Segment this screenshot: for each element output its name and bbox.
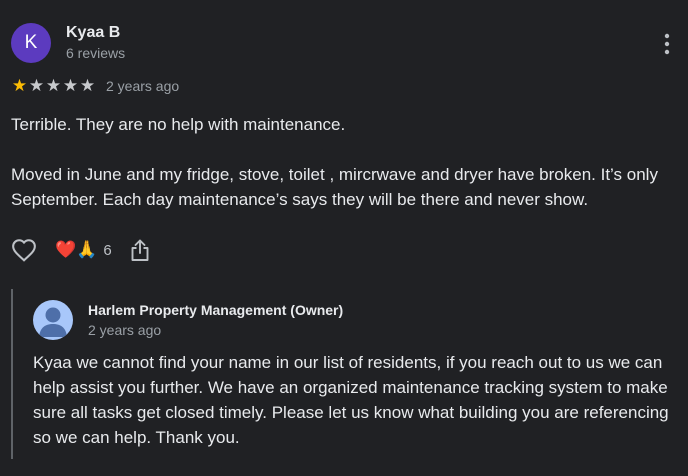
- review-actions: ❤️🙏 6: [11, 236, 152, 264]
- person-icon: [39, 307, 67, 337]
- reaction-emojis: ❤️🙏: [55, 240, 98, 259]
- reactions-button[interactable]: ❤️🙏 6: [55, 240, 112, 260]
- review-text: Terrible. They are no help with maintena…: [11, 112, 671, 212]
- review-paragraph: Terrible. They are no help with maintena…: [11, 115, 346, 134]
- owner-reply-time: 2 years ago: [88, 322, 162, 338]
- owner-avatar: [33, 300, 73, 340]
- heart-outline-icon: [12, 239, 36, 262]
- rating-row: ★ ★ ★ ★ ★ 2 years ago: [11, 76, 179, 96]
- owner-reply-text: Kyaa we cannot find your name in our lis…: [33, 353, 669, 447]
- reviewer-review-count: 6 reviews: [66, 45, 126, 61]
- share-button[interactable]: [128, 237, 152, 263]
- star-empty-icon: ★: [79, 76, 96, 95]
- star-empty-icon: ★: [45, 76, 62, 95]
- owner-name: Harlem Property Management (Owner): [88, 302, 344, 318]
- star-filled-icon: ★: [11, 76, 28, 95]
- more-options-button[interactable]: [655, 30, 679, 58]
- star-empty-icon: ★: [28, 76, 45, 95]
- reviewer-name[interactable]: Kyaa B: [66, 24, 120, 42]
- reviewer-avatar[interactable]: K: [11, 23, 51, 63]
- like-button[interactable]: [11, 237, 37, 263]
- star-empty-icon: ★: [62, 76, 79, 95]
- review-paragraph: Moved in June and my fridge, stove, toil…: [11, 165, 658, 209]
- reaction-count: 6: [103, 241, 112, 259]
- review-time: 2 years ago: [106, 78, 180, 94]
- more-vert-icon: [664, 33, 670, 55]
- star-rating: ★ ★ ★ ★ ★: [11, 76, 96, 96]
- reply-divider: [11, 289, 13, 459]
- share-icon: [131, 239, 149, 261]
